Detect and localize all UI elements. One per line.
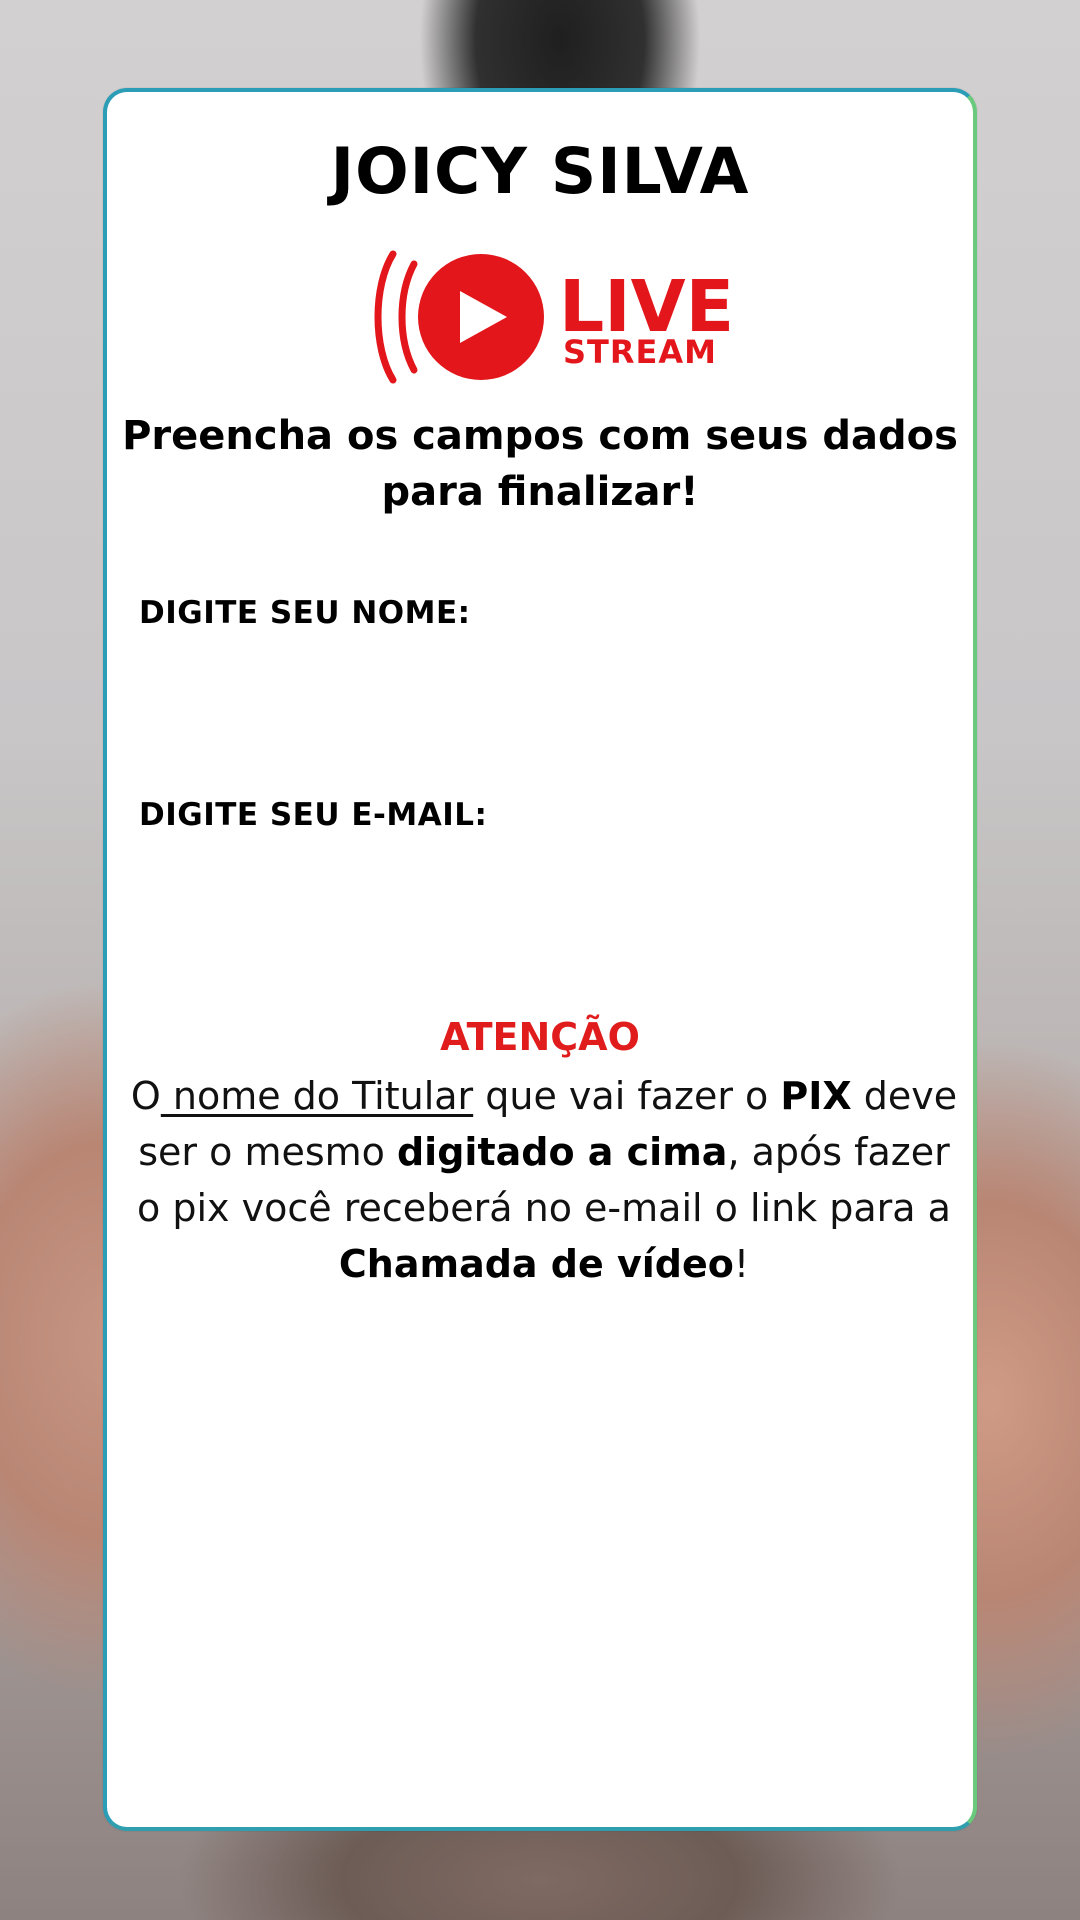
live-stream-graphic: LIVE STREAM xyxy=(374,250,734,384)
checkout-card: JOICY SILVA LIVE STREAM Preencha os camp… xyxy=(103,88,977,1831)
broadcast-icon xyxy=(398,260,418,374)
live-stream-logo: LIVE STREAM xyxy=(369,242,734,392)
attention-text-9: ! xyxy=(733,1242,750,1286)
attention-message: O nome do Titular que vai fazer o PIX de… xyxy=(127,1068,961,1292)
instruction-text: Preencha os campos com seus dados para f… xyxy=(122,413,958,515)
attention-text-1: O xyxy=(130,1074,161,1118)
email-input[interactable] xyxy=(139,854,949,944)
attention-text-2: nome do Titular xyxy=(160,1074,474,1118)
attention-text-6: digitado a cima xyxy=(396,1130,728,1174)
attention-text-4: PIX xyxy=(780,1074,852,1118)
attention-title: ATENÇÃO xyxy=(440,1015,640,1059)
attention-text-3: que vai fazer o xyxy=(473,1074,781,1118)
name-input[interactable] xyxy=(139,652,949,742)
stream-label: STREAM xyxy=(563,333,717,371)
broadcast-icon xyxy=(374,250,397,384)
page-title: JOICY SILVA xyxy=(330,135,750,208)
email-label: DIGITE SEU E-MAIL: xyxy=(139,797,488,833)
attention-text-8: Chamada de vídeo xyxy=(338,1242,734,1286)
name-label: DIGITE SEU NOME: xyxy=(139,595,471,631)
